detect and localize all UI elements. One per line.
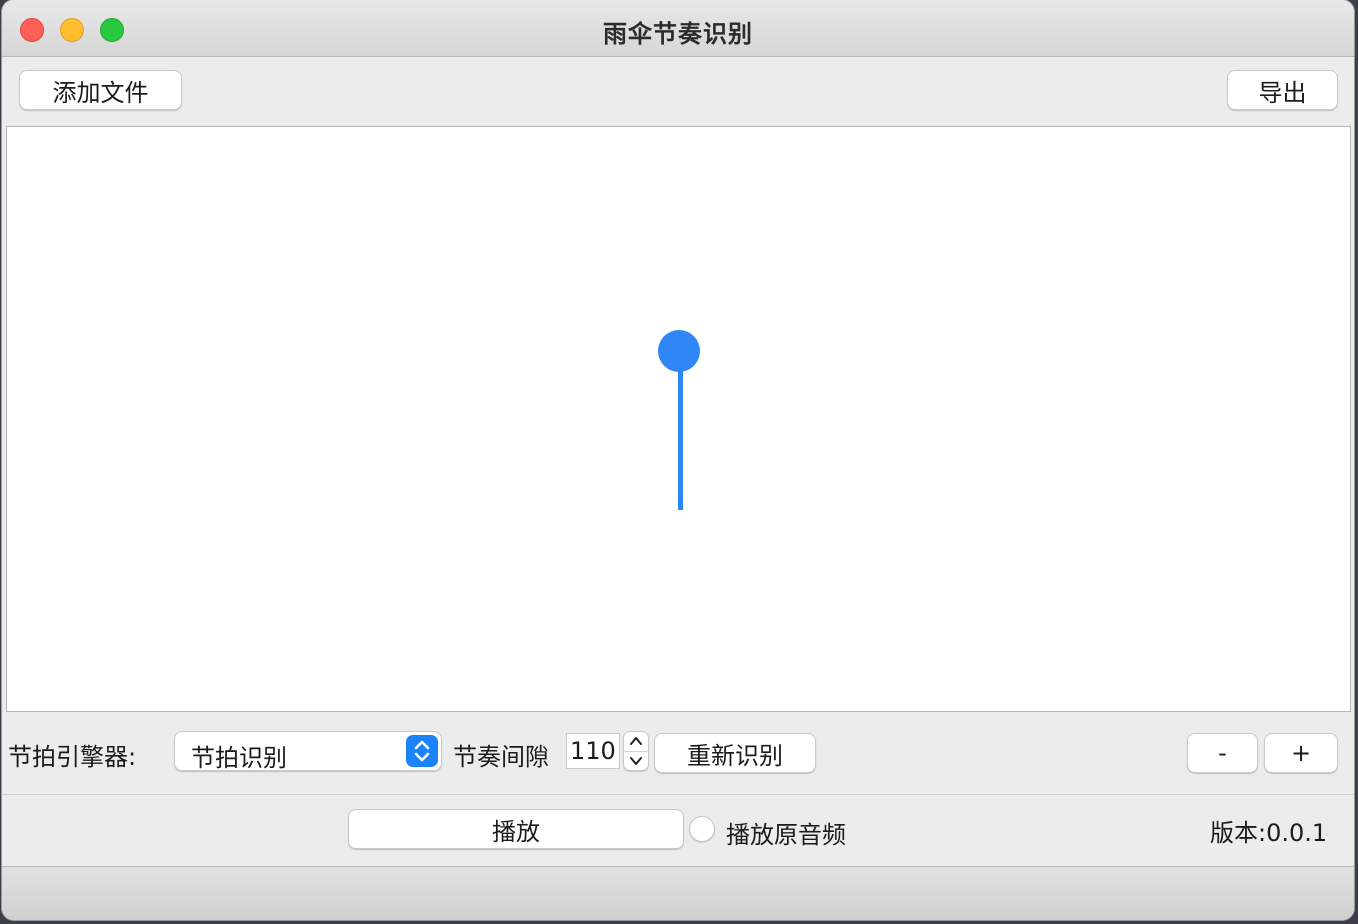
stepper-divider [624, 751, 648, 752]
engine-label: 节拍引擎器: [8, 743, 137, 771]
chevron-down-icon[interactable] [629, 755, 643, 767]
engine-select-value: 节拍识别 [191, 744, 287, 772]
window-title: 雨伞节奏识别 [603, 20, 753, 48]
interval-input[interactable]: 110 [566, 733, 620, 769]
playhead-line[interactable] [678, 362, 683, 510]
divider [2, 794, 1354, 795]
title-bar: 雨伞节奏识别 [2, 0, 1354, 57]
rhythm-canvas[interactable] [6, 126, 1351, 712]
app-window: 雨伞节奏识别 添加文件 导出 节拍引擎器: 节拍识别 节奏间隙 110 重新识别… [2, 0, 1354, 920]
engine-select[interactable]: 节拍识别 [174, 731, 442, 772]
export-button[interactable]: 导出 [1227, 70, 1338, 110]
status-bar [2, 866, 1354, 920]
add-file-button[interactable]: 添加文件 [19, 70, 182, 110]
chevron-up-icon[interactable] [629, 735, 643, 747]
interval-label: 节奏间隙 [453, 743, 549, 771]
zoom-in-button[interactable]: + [1264, 733, 1338, 773]
version-text: 版本:0.0.1 [1210, 819, 1328, 847]
play-button[interactable]: 播放 [348, 809, 684, 849]
reidentify-button[interactable]: 重新识别 [654, 733, 816, 773]
play-original-label[interactable]: 播放原音频 [726, 815, 846, 850]
interval-stepper[interactable] [623, 731, 649, 771]
zoom-out-button[interactable]: - [1187, 733, 1258, 773]
play-original-radio[interactable] [689, 816, 715, 842]
select-arrows-icon [406, 735, 438, 767]
playhead-handle[interactable] [658, 330, 700, 372]
